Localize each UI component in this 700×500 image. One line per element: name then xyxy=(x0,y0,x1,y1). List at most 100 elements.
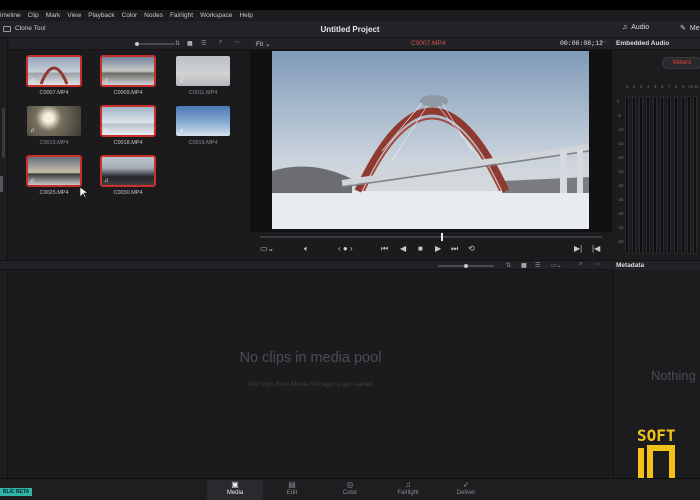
audio-panel-title: Embedded Audio xyxy=(616,40,670,47)
chevron-down-icon: ⌄ xyxy=(265,41,271,48)
go-to-end-icon[interactable]: ⏭︎ xyxy=(451,244,458,254)
menu-playback[interactable]: Playback xyxy=(88,12,114,19)
meter-scale-label: -50 xyxy=(617,239,624,244)
zoom-fit-dropdown[interactable]: Fit ⌄ xyxy=(256,40,271,48)
audio-meter xyxy=(681,96,685,254)
more-options-icon[interactable]: ⋯ xyxy=(234,39,240,46)
audio-meter xyxy=(660,96,664,254)
clip-c0007[interactable]: ♫ C0007.MP4 xyxy=(26,55,82,96)
audio-tab-label: Audio xyxy=(631,24,650,31)
menu-nodes[interactable]: Nodes xyxy=(144,12,163,19)
clip-c0019[interactable]: ♫ C0019.MP4 xyxy=(176,106,230,146)
clip-c0015[interactable]: ♫ C0015.MP4 xyxy=(27,106,81,146)
play-icon[interactable]: ▶ xyxy=(435,244,441,253)
list-view-icon[interactable]: ☰ xyxy=(201,40,206,47)
clip-name: C0015.MP4 xyxy=(39,140,69,146)
media-pool-empty-area[interactable] xyxy=(9,270,612,478)
metadata-tab[interactable]: ✎ Me xyxy=(680,24,700,33)
mark-in-icon[interactable]: ▶| xyxy=(574,244,582,253)
left-scrollbar[interactable] xyxy=(2,108,5,158)
playhead[interactable] xyxy=(441,233,443,241)
clip-name: C0025.MP4 xyxy=(39,190,69,196)
metadata-icon: ✎ xyxy=(680,25,686,32)
more-options-icon[interactable]: ⋯ xyxy=(594,261,600,268)
page-tab-label: Media xyxy=(226,490,244,496)
clip-c0018[interactable]: ♫ C0018.MP4 xyxy=(100,105,156,146)
menu-bar: imeline Clip Mark View Playback Color No… xyxy=(0,10,700,21)
menu-fairlight[interactable]: Fairlight xyxy=(170,12,193,19)
clip-thumbnail: ♫ xyxy=(176,106,230,136)
page-tab-media[interactable]: ▣ Media xyxy=(207,480,263,500)
meter-scale-label: -5 xyxy=(617,113,622,118)
search-icon[interactable]: ⌕ xyxy=(219,39,222,46)
menu-mark[interactable]: Mark xyxy=(46,12,60,19)
clip-thumbnail: ♫ xyxy=(26,155,82,187)
menu-help[interactable]: Help xyxy=(239,12,252,19)
public-beta-badge: BLIC BETA xyxy=(0,488,32,496)
jog-control-icon[interactable]: ‹ ● › xyxy=(338,244,353,253)
audio-meter xyxy=(693,96,697,254)
meters-button[interactable]: Meters xyxy=(662,57,700,69)
sort-icon[interactable]: ⇅ xyxy=(506,262,511,269)
clip-thumbnail: ♫ xyxy=(26,55,82,87)
meter-scale-label: -40 xyxy=(617,211,624,216)
clip-c0030[interactable]: ♫ C0030.MP4 xyxy=(100,155,156,196)
menu-timeline[interactable]: imeline xyxy=(0,12,21,19)
page-tab-edit[interactable]: ▤ Edit xyxy=(264,480,320,500)
page-tab-fairlight[interactable]: ♫ Fairlight xyxy=(380,480,436,500)
viewer-scrubber[interactable] xyxy=(260,236,602,238)
viewer-options-icon[interactable]: ⋯ xyxy=(600,39,606,46)
thumbnail-view-icon[interactable]: ▦ xyxy=(187,40,193,47)
thumbnail-zoom-slider[interactable] xyxy=(135,43,175,45)
play-reverse-icon[interactable]: ◀ xyxy=(400,244,406,253)
meter-scale-label: -30 xyxy=(617,183,624,188)
viewer-frame-bridge-image xyxy=(272,51,589,229)
meter-scale-label: 0 xyxy=(617,99,620,104)
clip-name: C0030.MP4 xyxy=(113,190,143,196)
mark-out-icon[interactable]: |◀ xyxy=(592,244,600,253)
meter-scale-label: -10 xyxy=(617,127,624,132)
audio-note-icon: ♫ xyxy=(30,128,35,134)
audio-note-icon: ♫ xyxy=(104,78,109,84)
meter-scale-label: -35 xyxy=(617,197,624,202)
clip-c0025[interactable]: ♫ C0025.MP4 xyxy=(26,155,82,196)
clip-c0009[interactable]: ♫ C0009.MP4 xyxy=(100,55,156,96)
menu-clip[interactable]: Clip xyxy=(28,12,39,19)
loop-icon[interactable]: ⟲ xyxy=(468,244,475,253)
viewer-clip-name: C0007.MP4 xyxy=(411,40,446,47)
menu-view[interactable]: View xyxy=(67,12,81,19)
page-tab-color[interactable]: ◎ Color xyxy=(322,480,378,500)
clip-name: C0019.MP4 xyxy=(188,140,218,146)
menu-workspace[interactable]: Workspace xyxy=(200,12,232,19)
pool-zoom-handle[interactable] xyxy=(464,264,468,268)
channel-number: 9 xyxy=(682,84,685,89)
viewer-header: Fit ⌄ C0007.MP4 00:00:08;12 ⋯ xyxy=(250,38,612,50)
svg-text:SOFT: SOFT xyxy=(637,426,676,445)
viewer-timecode: 00:00:08;12 xyxy=(560,40,603,47)
list-view-icon[interactable]: ☰ xyxy=(535,262,540,269)
thumbnail-view-icon[interactable]: ▦ xyxy=(521,262,527,269)
audio-tab[interactable]: ♫ Audio xyxy=(622,24,649,31)
go-to-start-icon[interactable]: ⏮︎ xyxy=(381,244,388,254)
menu-color[interactable]: Color xyxy=(122,12,138,19)
color-page-icon: ◎ xyxy=(346,480,354,489)
search-icon[interactable]: ⌕ xyxy=(579,261,582,268)
left-strip-marker xyxy=(0,176,3,192)
speaker-icon[interactable]: 🔈︎ xyxy=(304,244,309,254)
clip-name: C0011.MP4 xyxy=(188,90,218,96)
audio-panel-header: Embedded Audio xyxy=(613,38,700,50)
stop-icon[interactable]: ■ xyxy=(418,244,423,253)
title-bar: Clone Tool Untitled Project ♫ Audio ✎ Me xyxy=(0,21,700,38)
clip-c0011[interactable]: ♫ C0011.MP4 xyxy=(176,56,230,96)
meter-scale-label: -25 xyxy=(617,169,624,174)
thumbnail-zoom-handle[interactable] xyxy=(135,42,139,46)
metadata-view-icon[interactable]: ▭⌄ xyxy=(551,262,562,269)
audio-note-icon: ♫ xyxy=(179,128,184,134)
viewer-mode-icon[interactable]: ▭⌄ xyxy=(260,244,274,253)
channel-number: 3 xyxy=(640,84,643,89)
page-tab-deliver[interactable]: ➶ Deliver xyxy=(438,480,494,500)
channel-number: 6 xyxy=(661,84,664,89)
sort-icon[interactable]: ⇅ xyxy=(175,40,180,47)
audio-meter xyxy=(625,96,629,254)
audio-meter xyxy=(653,96,657,254)
